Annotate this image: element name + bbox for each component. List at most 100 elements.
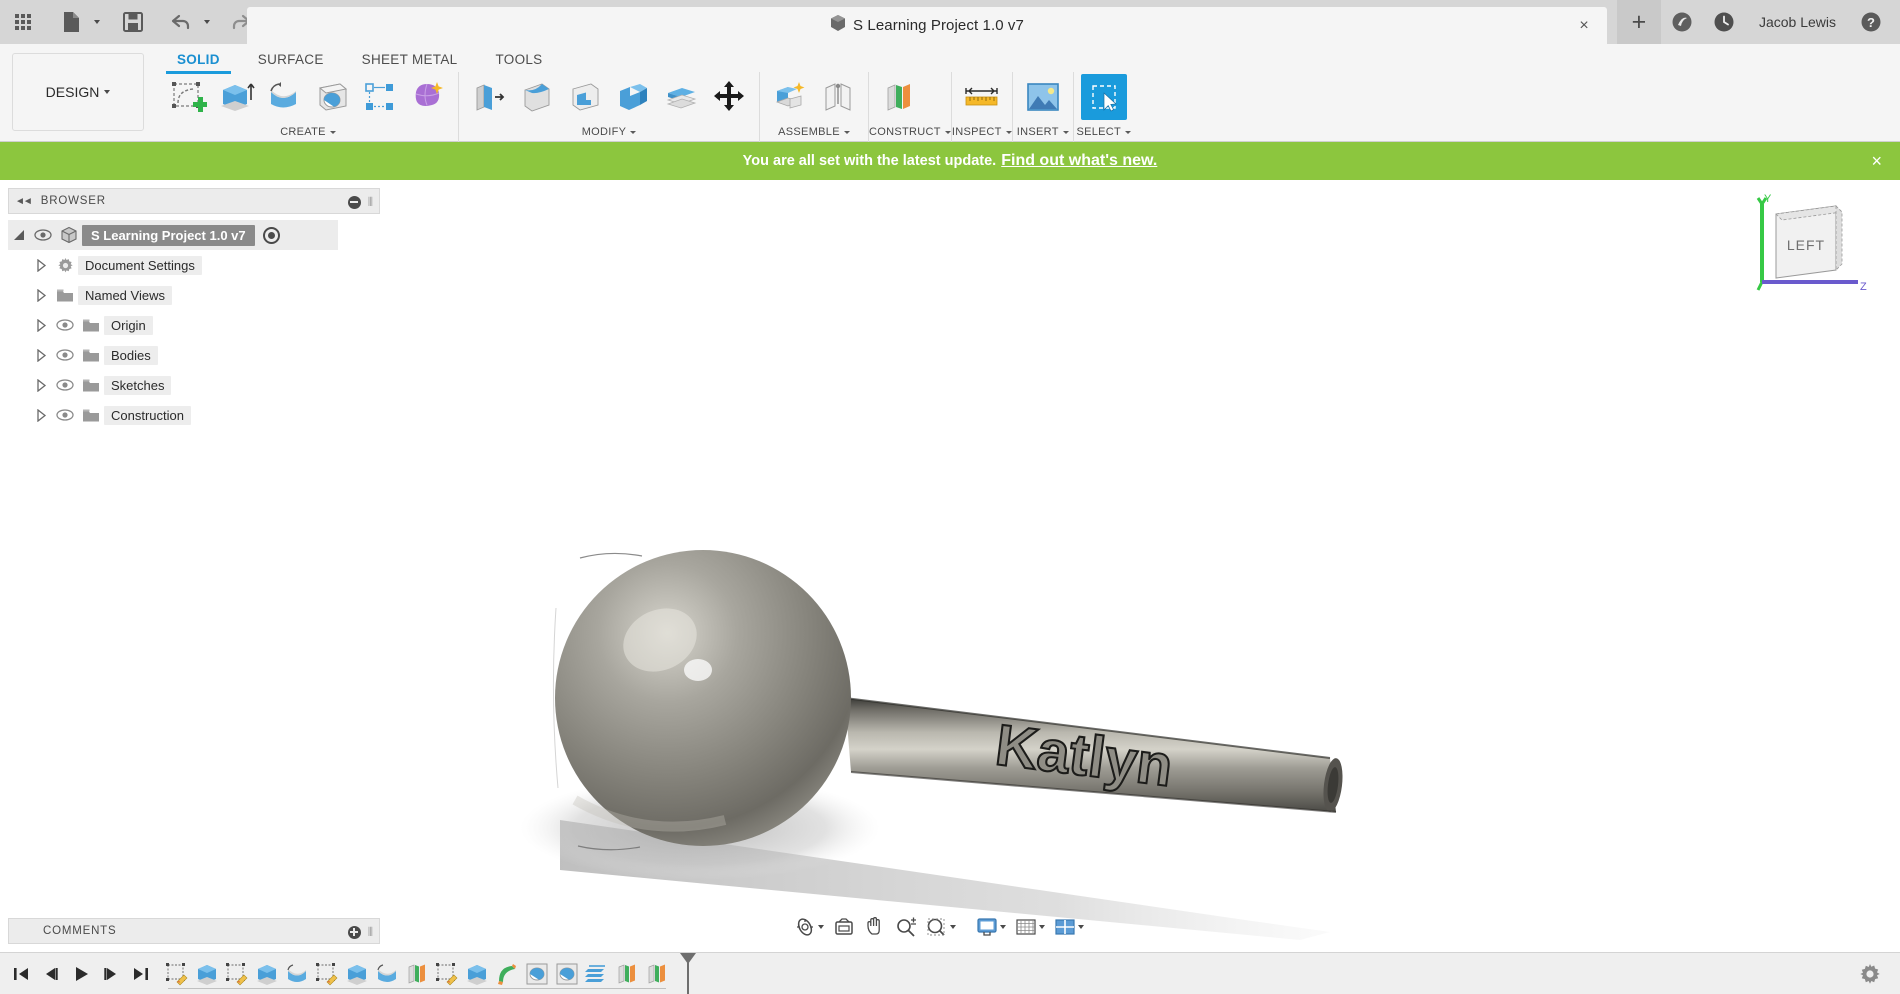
chevron-right-icon[interactable] xyxy=(30,348,52,362)
chevron-right-icon[interactable] xyxy=(30,318,52,332)
minus-circle-icon[interactable] xyxy=(347,195,361,209)
gear-icon[interactable] xyxy=(1858,962,1882,991)
timeline-feature-revolve[interactable] xyxy=(282,959,312,989)
look-at-icon[interactable] xyxy=(829,912,859,942)
play-icon[interactable] xyxy=(68,960,94,988)
eye-icon[interactable] xyxy=(52,409,78,421)
banner-link[interactable]: Find out what's new. xyxy=(1001,152,1157,170)
insert-image-icon[interactable] xyxy=(1020,74,1066,120)
new-tab-button[interactable]: + xyxy=(1616,0,1661,44)
workspace-selector[interactable]: DESIGN xyxy=(12,53,144,131)
tab-tools[interactable]: TOOLS xyxy=(476,47,561,74)
measure-icon[interactable] xyxy=(959,74,1005,120)
job-status-icon[interactable] xyxy=(1661,0,1703,44)
tree-root-item[interactable]: S Learning Project 1.0 v7 xyxy=(8,220,338,250)
combine-icon[interactable] xyxy=(610,74,656,120)
timeline-feature-hole[interactable] xyxy=(552,959,582,989)
tree-item-bodies[interactable]: Bodies xyxy=(8,340,380,370)
chevron-right-icon[interactable] xyxy=(30,378,52,392)
grid-apps-icon[interactable] xyxy=(6,5,40,39)
ribbon-group-label-insert[interactable]: INSERT xyxy=(1013,122,1073,142)
timeline-feature-extrude[interactable] xyxy=(462,959,492,989)
close-tab-icon[interactable]: × xyxy=(1575,17,1593,35)
hole-icon[interactable] xyxy=(309,74,355,120)
ribbon-group-label-inspect[interactable]: INSPECT xyxy=(952,122,1012,142)
undo-icon[interactable] xyxy=(164,5,198,39)
offset-plane-icon[interactable] xyxy=(876,74,922,120)
revolve-icon[interactable] xyxy=(261,74,307,120)
timeline-feature-pipe[interactable] xyxy=(492,959,522,989)
tab-sheet-metal[interactable]: SHEET METAL xyxy=(343,47,477,74)
zoom-icon[interactable] xyxy=(891,912,921,942)
timeline-feature-revolve[interactable] xyxy=(372,959,402,989)
resize-grip-icon[interactable]: ⦀ xyxy=(368,925,373,940)
orbit-icon[interactable] xyxy=(790,912,828,942)
go-to-beginning-icon[interactable] xyxy=(8,960,34,988)
tree-item-document-settings[interactable]: Document Settings xyxy=(8,250,380,280)
view-cube[interactable]: Y Z LEFT xyxy=(1750,192,1880,302)
chevron-right-icon[interactable] xyxy=(30,408,52,422)
timeline-track[interactable] xyxy=(162,952,696,994)
display-settings-icon[interactable] xyxy=(972,912,1010,942)
eye-icon[interactable] xyxy=(30,229,56,241)
timeline-feature-sketch[interactable] xyxy=(432,959,462,989)
timeline-feature-plane[interactable] xyxy=(642,959,672,989)
zoom-window-icon[interactable] xyxy=(922,912,960,942)
step-forward-icon[interactable] xyxy=(98,960,124,988)
pattern-icon[interactable] xyxy=(357,74,403,120)
undo-caret[interactable] xyxy=(200,5,214,39)
user-account-name[interactable]: Jacob Lewis xyxy=(1745,14,1850,30)
help-icon[interactable]: ? xyxy=(1850,0,1892,44)
timeline-feature-hole[interactable] xyxy=(522,959,552,989)
move-copy-icon[interactable] xyxy=(706,74,752,120)
viewports-icon[interactable] xyxy=(1050,912,1088,942)
joint-icon[interactable] xyxy=(815,74,861,120)
shell-icon[interactable] xyxy=(562,74,608,120)
ribbon-group-label-assemble[interactable]: ASSEMBLE xyxy=(760,122,868,142)
expanded-triangle-icon[interactable] xyxy=(8,229,30,242)
resize-grip-icon[interactable]: ⦀ xyxy=(368,195,373,210)
activate-radio-icon[interactable] xyxy=(262,226,280,244)
timeline-feature-sketch[interactable] xyxy=(222,959,252,989)
ribbon-group-label-create[interactable]: CREATE xyxy=(158,122,458,142)
timeline-end-marker[interactable] xyxy=(680,952,696,994)
create-sketch-icon[interactable] xyxy=(165,74,211,120)
offset-face-icon[interactable] xyxy=(658,74,704,120)
ribbon-group-label-construct[interactable]: CONSTRUCT xyxy=(869,122,951,142)
new-document-caret[interactable] xyxy=(90,5,104,39)
plus-circle-icon[interactable] xyxy=(347,925,361,939)
collapse-left-icon[interactable]: ◄◄ xyxy=(15,196,33,207)
document-tab[interactable]: S Learning Project 1.0 v7 × xyxy=(247,7,1607,44)
eye-icon[interactable] xyxy=(52,319,78,331)
close-icon[interactable]: × xyxy=(1871,152,1882,170)
fillet-icon[interactable] xyxy=(514,74,560,120)
chevron-right-icon[interactable] xyxy=(30,258,52,272)
ribbon-group-label-select[interactable]: SELECT xyxy=(1074,122,1134,142)
ribbon-group-label-modify[interactable]: MODIFY xyxy=(459,122,759,142)
chevron-right-icon[interactable] xyxy=(30,288,52,302)
timeline-feature-extrude[interactable] xyxy=(342,959,372,989)
press-pull-icon[interactable] xyxy=(466,74,512,120)
eye-icon[interactable] xyxy=(52,349,78,361)
recent-clock-icon[interactable] xyxy=(1703,0,1745,44)
timeline-feature-plane[interactable] xyxy=(402,959,432,989)
timeline-feature-thread[interactable] xyxy=(582,959,612,989)
tree-item-origin[interactable]: Origin xyxy=(8,310,380,340)
timeline-feature-sketch[interactable] xyxy=(312,959,342,989)
timeline-feature-extrude[interactable] xyxy=(252,959,282,989)
go-to-end-icon[interactable] xyxy=(128,960,154,988)
form-icon[interactable] xyxy=(405,74,451,120)
timeline-feature-extrude[interactable] xyxy=(192,959,222,989)
new-document-icon[interactable] xyxy=(54,5,88,39)
pan-icon[interactable] xyxy=(860,912,890,942)
tree-item-named-views[interactable]: Named Views xyxy=(8,280,380,310)
tree-item-sketches[interactable]: Sketches xyxy=(8,370,380,400)
3d-canvas[interactable]: Katlyn ◄◄ BROWSER ⦀ S Learning Project 1… xyxy=(0,180,1900,952)
tab-surface[interactable]: SURFACE xyxy=(239,47,343,74)
save-icon[interactable] xyxy=(116,5,150,39)
tree-item-construction[interactable]: Construction xyxy=(8,400,380,430)
tab-solid[interactable]: SOLID xyxy=(158,47,239,74)
timeline-feature-plane[interactable] xyxy=(612,959,642,989)
select-icon[interactable] xyxy=(1080,74,1127,120)
grid-snaps-icon[interactable] xyxy=(1011,912,1049,942)
